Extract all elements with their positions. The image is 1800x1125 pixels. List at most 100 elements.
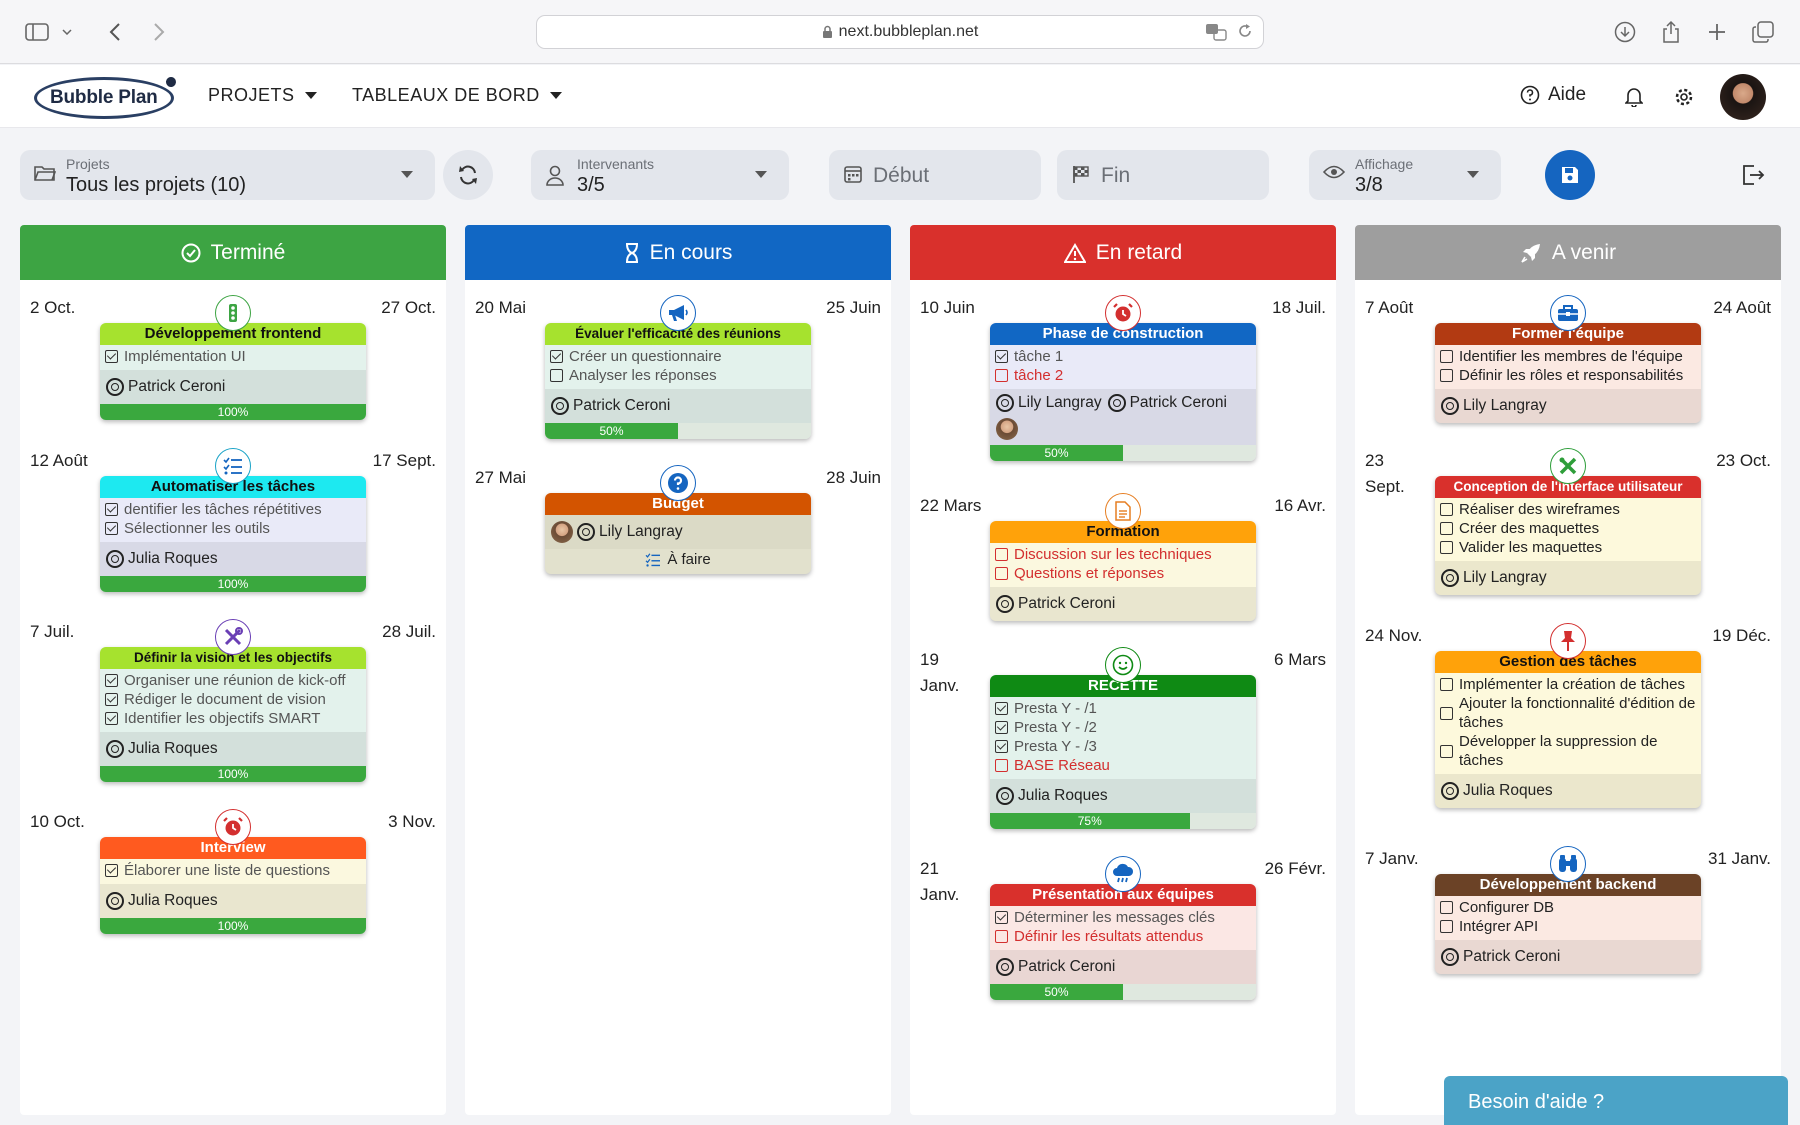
checkbox[interactable] — [550, 369, 563, 382]
checkbox[interactable] — [995, 369, 1008, 382]
start-date-field[interactable]: Début — [829, 150, 1041, 200]
menu-projets[interactable]: PROJETS — [208, 85, 317, 106]
assignee[interactable]: Patrick Ceroni — [1441, 948, 1560, 966]
task-card[interactable]: Formation Discussion sur les techniques Qu… — [990, 521, 1256, 621]
back-icon[interactable] — [102, 20, 128, 44]
assignee[interactable]: Lily Langray — [1441, 569, 1547, 587]
help-chat-button[interactable]: Besoin d'aide ? — [1444, 1076, 1788, 1125]
checkbox[interactable] — [995, 702, 1008, 715]
reload-icon[interactable] — [1237, 23, 1253, 39]
checkbox[interactable] — [1440, 744, 1453, 758]
checkbox[interactable] — [995, 548, 1008, 561]
checkbox[interactable] — [995, 759, 1008, 772]
sidebar-toggle-icon[interactable] — [24, 20, 50, 44]
assignee[interactable]: Patrick Ceroni — [996, 595, 1115, 613]
checkbox[interactable] — [995, 567, 1008, 580]
assignee[interactable]: Julia Roques — [106, 550, 218, 568]
task-card[interactable]: Former l'équipe Identifier les membres de… — [1435, 323, 1701, 423]
people-filter[interactable]: Intervenants 3/5 — [531, 150, 789, 200]
assignee[interactable]: Julia Roques — [106, 892, 218, 910]
task-card[interactable]: Gestion des tâches Implémenter la créatio… — [1435, 651, 1701, 808]
checkbox[interactable] — [995, 911, 1008, 924]
checkbox[interactable] — [1440, 541, 1453, 554]
progress-label: 50% — [599, 424, 624, 438]
bubble-plan-logo[interactable]: Bubble Plan — [34, 73, 178, 121]
checkbox[interactable] — [1440, 369, 1453, 382]
chevron-down-icon[interactable] — [60, 20, 74, 44]
translate-icon[interactable] — [1205, 23, 1227, 41]
share-icon[interactable] — [1658, 20, 1684, 44]
tabs-overview-icon[interactable] — [1750, 20, 1776, 44]
assignee[interactable] — [996, 418, 1018, 440]
projects-filter-value: Tous les projets (10) — [66, 174, 247, 196]
checkbox[interactable] — [1440, 706, 1453, 720]
checkbox[interactable] — [995, 740, 1008, 753]
column-header[interactable]: A venir — [1355, 225, 1781, 280]
checklist-item-text: Configurer DB — [1459, 899, 1555, 916]
assignee[interactable]: Julia Roques — [1441, 782, 1553, 800]
assignee[interactable]: Patrick Ceroni — [996, 958, 1115, 976]
checkbox[interactable] — [1440, 522, 1453, 535]
task-card[interactable]: RECETTE Presta Y - /1 Presta Y - /2 Presta … — [990, 675, 1256, 829]
checkbox[interactable] — [105, 712, 118, 725]
task-card[interactable]: Interview Élaborer une liste de questions… — [100, 837, 366, 934]
checklist: Identifier les membres de l'équipe Défini… — [1435, 345, 1701, 389]
task-card[interactable]: Développement backend Configurer DB Intégr… — [1435, 874, 1701, 974]
forward-icon[interactable] — [146, 20, 172, 44]
task-card[interactable]: Présentation aux équipes Déterminer les m… — [990, 884, 1256, 1000]
new-tab-icon[interactable] — [1704, 20, 1730, 44]
menu-tableaux-de-bord[interactable]: TABLEAUX DE BORD — [352, 85, 562, 106]
assignee[interactable]: Lily Langray — [1441, 397, 1547, 415]
checkbox[interactable] — [105, 350, 118, 363]
assignee[interactable]: Julia Roques — [106, 740, 218, 758]
checkbox[interactable] — [550, 350, 563, 363]
assignee[interactable]: Lily Langray — [551, 521, 683, 543]
task-card[interactable]: Budget Lily Langray À faire — [545, 493, 811, 574]
checkbox[interactable] — [105, 674, 118, 687]
refresh-button[interactable] — [443, 150, 493, 200]
end-date-field[interactable]: Fin — [1057, 150, 1269, 200]
projects-filter[interactable]: Projets Tous les projets (10) — [20, 150, 435, 200]
column-header[interactable]: En cours — [465, 225, 891, 280]
task-end-date: 17 Sept. — [372, 451, 436, 470]
address-bar[interactable]: next.bubbleplan.net — [536, 15, 1264, 49]
settings-gear-icon[interactable] — [1670, 83, 1698, 111]
save-button[interactable] — [1545, 150, 1595, 200]
task-card[interactable]: Évaluer l'efficacité des réunions Créer u… — [545, 323, 811, 439]
checkbox[interactable] — [105, 693, 118, 706]
download-icon[interactable] — [1612, 20, 1638, 44]
display-filter[interactable]: Affichage 3/8 — [1309, 150, 1501, 200]
checkbox[interactable] — [105, 503, 118, 516]
checklist-item: Identifier les membres de l'équipe — [1440, 347, 1701, 366]
checkbox[interactable] — [1440, 920, 1453, 933]
task-card[interactable]: Phase de construction tâche 1 tâche 2 Lily … — [990, 323, 1256, 461]
column-header[interactable]: En retard — [910, 225, 1336, 280]
assignee[interactable]: Lily Langray — [996, 394, 1102, 412]
assignee[interactable]: Patrick Ceroni — [106, 378, 225, 396]
assignee-name: Patrick Ceroni — [1018, 595, 1116, 612]
column-header[interactable]: Terminé — [20, 225, 446, 280]
checkbox[interactable] — [1440, 901, 1453, 914]
assignee[interactable]: Julia Roques — [996, 787, 1108, 805]
export-icon[interactable] — [1740, 162, 1766, 188]
checklist-item: tâche 1 — [995, 347, 1256, 366]
progress-bar: 50% — [990, 984, 1256, 1000]
task-card[interactable]: Développement frontend Implémentation UI P… — [100, 323, 366, 420]
task-card[interactable]: Automatiser les tâches dentifier les tâch… — [100, 476, 366, 592]
checkbox[interactable] — [995, 930, 1008, 943]
checkbox[interactable] — [1440, 503, 1453, 516]
checkbox[interactable] — [105, 864, 118, 877]
help-link[interactable]: Aide — [1520, 84, 1586, 106]
assignee[interactable]: Patrick Ceroni — [1107, 394, 1227, 412]
checkbox[interactable] — [105, 522, 118, 535]
checkbox[interactable] — [1440, 678, 1453, 691]
checkbox[interactable] — [995, 350, 1008, 363]
target-icon — [996, 787, 1014, 805]
bell-icon[interactable] — [1620, 83, 1648, 111]
task-card[interactable]: Définir la vision et les objectifs Organi… — [100, 647, 366, 782]
user-avatar[interactable] — [1720, 74, 1766, 120]
checkbox[interactable] — [995, 721, 1008, 734]
checkbox[interactable] — [1440, 350, 1453, 363]
task-card[interactable]: Conception de l'interface utilisateur Réa… — [1435, 476, 1701, 595]
assignee[interactable]: Patrick Ceroni — [551, 397, 670, 415]
